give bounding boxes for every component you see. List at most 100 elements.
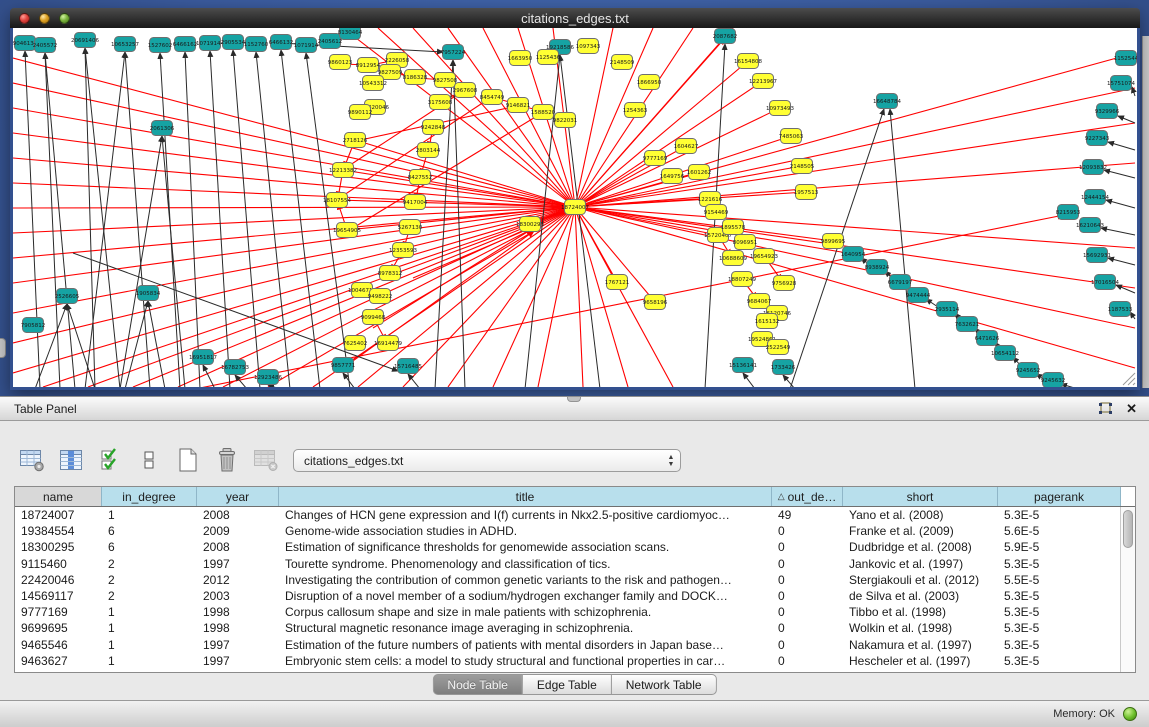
graph-node[interactable]: 15716485 (394, 359, 422, 374)
graph-node[interactable]: 7632621 (955, 317, 980, 332)
graph-node[interactable]: 12353593 (389, 243, 417, 258)
scrollbar-thumb[interactable] (1123, 510, 1133, 548)
table-cell[interactable]: 9699695 (15, 620, 102, 636)
graph-node[interactable]: 1733426 (771, 360, 796, 375)
table-cell[interactable]: 1 (102, 620, 197, 636)
column-header-out_de[interactable]: △out_de… (772, 487, 843, 506)
graph-node[interactable]: 1767121 (605, 275, 630, 290)
table-cell[interactable]: Corpus callosum shape and size in male p… (279, 604, 772, 620)
graph-node[interactable]: 9154469 (704, 205, 729, 220)
table-cell[interactable]: 2008 (197, 539, 279, 555)
graph-node[interactable]: 7485063 (779, 129, 804, 144)
table-cell[interactable]: 5.3E-5 (998, 653, 1121, 669)
graph-node[interactable]: 19654905 (333, 223, 361, 238)
table-cell[interactable]: Yano et al. (2008) (843, 507, 998, 523)
graph-node[interactable]: 5267130 (398, 220, 423, 235)
graph-node[interactable]: 10688609 (719, 251, 747, 266)
memory-status-indicator[interactable] (1123, 707, 1137, 721)
table-cell[interactable]: Franke et al. (2009) (843, 523, 998, 539)
graph-node[interactable]: 7625402 (343, 336, 368, 351)
graph-node[interactable]: 1187533 (1108, 302, 1133, 317)
table-cell[interactable]: 0 (772, 620, 843, 636)
graph-node[interactable]: 9857771 (331, 358, 356, 373)
table-cell[interactable]: Genome-wide association studies in ADHD. (279, 523, 772, 539)
column-header-name[interactable]: name (15, 487, 102, 506)
graph-node[interactable]: 8215953 (1056, 205, 1081, 220)
column-header-year[interactable]: year (197, 487, 279, 506)
graph-node[interactable]: 9329966 (1095, 104, 1120, 119)
column-header-short[interactable]: short (843, 487, 998, 506)
table-cell[interactable]: Wolkin et al. (1998) (843, 620, 998, 636)
table-row[interactable]: 1830029562008Estimation of significance … (15, 539, 1135, 555)
splitter-notch[interactable] (567, 397, 581, 402)
table-cell[interactable]: Nakamura et al. (1997) (843, 637, 998, 653)
graph-node[interactable]: 9890112 (348, 105, 373, 120)
graph-node[interactable]: 10973493 (766, 101, 794, 116)
table-cell[interactable]: Estimation of the future numbers of pati… (279, 637, 772, 653)
table-cell[interactable]: Embryonic stem cells: a model to study s… (279, 653, 772, 669)
graph-node[interactable]: 19654923 (750, 249, 778, 264)
table-cell[interactable]: 5.3E-5 (998, 507, 1121, 523)
graph-node[interactable]: 9822031 (553, 113, 578, 128)
graph-node[interactable]: 9245652 (1016, 363, 1041, 378)
table-cell[interactable]: Investigating the contribution of common… (279, 572, 772, 588)
table-row[interactable]: 1938455462009Genome-wide association stu… (15, 523, 1135, 539)
graph-node[interactable]: 1601262 (687, 165, 712, 180)
table-cell[interactable]: 1997 (197, 653, 279, 669)
graph-node[interactable]: 18724007 (561, 200, 589, 215)
graph-node[interactable]: 12444154 (1081, 190, 1109, 205)
graph-node[interactable]: 20691406 (71, 33, 99, 48)
table-row[interactable]: 2242004622012Investigating the contribut… (15, 572, 1135, 588)
table-cell[interactable]: Jankovic et al. (1997) (843, 556, 998, 572)
graph-node[interactable]: 1866950 (637, 75, 662, 90)
graph-node[interactable]: 16914479 (374, 336, 402, 351)
graph-node[interactable]: 16154808 (734, 54, 762, 69)
graph-node[interactable]: 9827508 (433, 73, 458, 88)
column-header-pagerank[interactable]: pagerank (998, 487, 1121, 506)
graph-node[interactable]: 2803144 (416, 143, 441, 158)
graph-node[interactable]: 1097343 (576, 39, 601, 54)
table-cell[interactable]: 0 (772, 588, 843, 604)
table-cell[interactable]: 6 (102, 523, 197, 539)
new-column-icon[interactable] (174, 447, 202, 473)
graph-node[interactable]: 10654112 (991, 346, 1019, 361)
graph-node[interactable]: 18300295 (516, 217, 544, 232)
network-graph[interactable]: 9046131240557220691406106532571527602646… (13, 28, 1137, 387)
graph-node[interactable]: 9146821 (506, 98, 531, 113)
float-panel-icon[interactable] (1098, 402, 1114, 416)
table-cell[interactable]: 5.3E-5 (998, 620, 1121, 636)
graph-node[interactable]: 16648784 (873, 94, 901, 109)
table-cell[interactable]: 2 (102, 572, 197, 588)
graph-node[interactable]: 8130464 (338, 28, 363, 40)
graph-node[interactable]: 9227343 (1085, 131, 1110, 146)
table-cell[interactable]: 2009 (197, 523, 279, 539)
graph-node[interactable]: 6466162 (173, 37, 198, 52)
graph-node[interactable]: 9099468 (361, 310, 386, 325)
table-cell[interactable]: 1 (102, 653, 197, 669)
delete-trash-icon[interactable] (213, 447, 241, 473)
graph-node[interactable]: 2905534 (221, 35, 246, 50)
table-cell[interactable]: 2003 (197, 588, 279, 604)
table-cell[interactable]: Hescheler et al. (1997) (843, 653, 998, 669)
graph-node[interactable]: 1152760 (244, 37, 269, 52)
table-cell[interactable]: 1 (102, 507, 197, 523)
table-cell[interactable]: 2 (102, 588, 197, 604)
graph-node[interactable]: 1071914 (294, 38, 319, 53)
graph-node[interactable]: 1152544 (1114, 51, 1137, 66)
graph-node[interactable]: 10543312 (359, 76, 387, 91)
graph-node[interactable]: 17016504 (1091, 275, 1119, 290)
graph-node[interactable]: 7957224 (441, 45, 466, 60)
graph-node[interactable]: 2148505 (790, 159, 815, 174)
table-cell[interactable]: 2012 (197, 572, 279, 588)
graph-node[interactable]: 6466132 (269, 35, 294, 50)
graph-node[interactable]: 9498222 (368, 289, 393, 304)
graph-node[interactable]: 7905812 (21, 318, 46, 333)
window-titlebar[interactable]: citations_edges.txt (10, 8, 1140, 28)
graph-node[interactable]: 1527602 (148, 38, 173, 53)
table-cell[interactable]: 18724007 (15, 507, 102, 523)
table-cell[interactable]: 0 (772, 653, 843, 669)
table-cell[interactable]: 5.3E-5 (998, 588, 1121, 604)
graph-node[interactable]: 2405572 (33, 38, 58, 53)
table-cell[interactable]: 0 (772, 572, 843, 588)
table-cell[interactable]: Changes of HCN gene expression and I(f) … (279, 507, 772, 523)
